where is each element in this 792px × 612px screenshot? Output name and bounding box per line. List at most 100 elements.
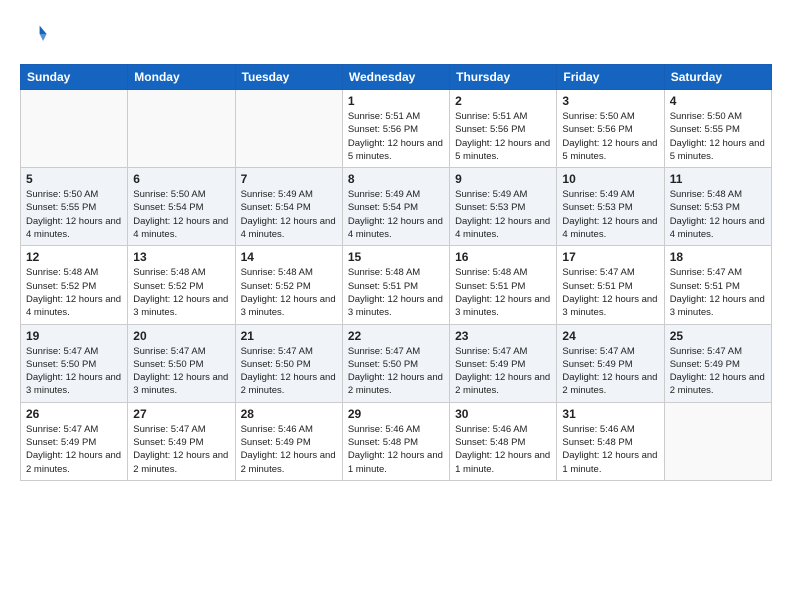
day-number: 19 (26, 329, 122, 343)
day-info: Sunrise: 5:47 AM Sunset: 5:49 PM Dayligh… (562, 345, 658, 398)
day-number: 30 (455, 407, 551, 421)
calendar-day-cell: 4 Sunrise: 5:50 AM Sunset: 5:55 PM Daylig… (664, 90, 771, 168)
calendar-empty-cell (235, 90, 342, 168)
day-info: Sunrise: 5:47 AM Sunset: 5:49 PM Dayligh… (133, 423, 229, 476)
calendar-empty-cell (664, 402, 771, 480)
day-info: Sunrise: 5:49 AM Sunset: 5:54 PM Dayligh… (241, 188, 337, 241)
calendar-day-cell: 23 Sunrise: 5:47 AM Sunset: 5:49 PM Dayli… (450, 324, 557, 402)
day-info: Sunrise: 5:50 AM Sunset: 5:55 PM Dayligh… (26, 188, 122, 241)
day-info: Sunrise: 5:47 AM Sunset: 5:49 PM Dayligh… (26, 423, 122, 476)
day-info: Sunrise: 5:47 AM Sunset: 5:50 PM Dayligh… (348, 345, 444, 398)
calendar-empty-cell (128, 90, 235, 168)
day-number: 28 (241, 407, 337, 421)
day-number: 26 (26, 407, 122, 421)
day-info: Sunrise: 5:47 AM Sunset: 5:51 PM Dayligh… (670, 266, 766, 319)
calendar-header-row: SundayMondayTuesdayWednesdayThursdayFrid… (21, 65, 772, 90)
calendar-week-row: 26 Sunrise: 5:47 AM Sunset: 5:49 PM Dayli… (21, 402, 772, 480)
calendar-day-cell: 10 Sunrise: 5:49 AM Sunset: 5:53 PM Dayli… (557, 168, 664, 246)
day-info: Sunrise: 5:48 AM Sunset: 5:52 PM Dayligh… (133, 266, 229, 319)
calendar-day-cell: 24 Sunrise: 5:47 AM Sunset: 5:49 PM Dayli… (557, 324, 664, 402)
calendar-day-cell: 18Sunrise: 5:47 AM Sunset: 5:51 PM Dayli… (664, 246, 771, 324)
day-number: 10 (562, 172, 658, 186)
calendar-day-cell: 13 Sunrise: 5:48 AM Sunset: 5:52 PM Dayli… (128, 246, 235, 324)
calendar-day-cell: 22 Sunrise: 5:47 AM Sunset: 5:50 PM Dayli… (342, 324, 449, 402)
day-number: 29 (348, 407, 444, 421)
day-number: 12 (26, 250, 122, 264)
calendar-day-cell: 30Sunrise: 5:46 AM Sunset: 5:48 PM Dayli… (450, 402, 557, 480)
calendar-day-cell: 9 Sunrise: 5:49 AM Sunset: 5:53 PM Daylig… (450, 168, 557, 246)
day-info: Sunrise: 5:48 AM Sunset: 5:51 PM Dayligh… (348, 266, 444, 319)
day-number: 20 (133, 329, 229, 343)
day-number: 24 (562, 329, 658, 343)
day-number: 7 (241, 172, 337, 186)
calendar-day-cell: 20 Sunrise: 5:47 AM Sunset: 5:50 PM Dayli… (128, 324, 235, 402)
day-info: Sunrise: 5:48 AM Sunset: 5:53 PM Dayligh… (670, 188, 766, 241)
day-number: 23 (455, 329, 551, 343)
weekday-header: Thursday (450, 65, 557, 90)
calendar-day-cell: 12 Sunrise: 5:48 AM Sunset: 5:52 PM Dayli… (21, 246, 128, 324)
day-info: Sunrise: 5:47 AM Sunset: 5:49 PM Dayligh… (670, 345, 766, 398)
calendar-day-cell: 2Sunrise: 5:51 AM Sunset: 5:56 PM Daylig… (450, 90, 557, 168)
day-number: 3 (562, 94, 658, 108)
day-info: Sunrise: 5:47 AM Sunset: 5:50 PM Dayligh… (26, 345, 122, 398)
calendar-day-cell: 11Sunrise: 5:48 AM Sunset: 5:53 PM Dayli… (664, 168, 771, 246)
day-info: Sunrise: 5:47 AM Sunset: 5:50 PM Dayligh… (241, 345, 337, 398)
calendar-week-row: 5 Sunrise: 5:50 AM Sunset: 5:55 PM Daylig… (21, 168, 772, 246)
day-info: Sunrise: 5:51 AM Sunset: 5:56 PM Dayligh… (348, 110, 444, 163)
day-number: 6 (133, 172, 229, 186)
day-info: Sunrise: 5:50 AM Sunset: 5:54 PM Dayligh… (133, 188, 229, 241)
weekday-header: Monday (128, 65, 235, 90)
day-info: Sunrise: 5:49 AM Sunset: 5:53 PM Dayligh… (562, 188, 658, 241)
day-info: Sunrise: 5:51 AM Sunset: 5:56 PM Dayligh… (455, 110, 551, 163)
day-number: 17 (562, 250, 658, 264)
day-info: Sunrise: 5:46 AM Sunset: 5:48 PM Dayligh… (348, 423, 444, 476)
weekday-header: Wednesday (342, 65, 449, 90)
day-info: Sunrise: 5:46 AM Sunset: 5:48 PM Dayligh… (562, 423, 658, 476)
day-info: Sunrise: 5:49 AM Sunset: 5:54 PM Dayligh… (348, 188, 444, 241)
day-number: 5 (26, 172, 122, 186)
day-info: Sunrise: 5:50 AM Sunset: 5:55 PM Dayligh… (670, 110, 766, 163)
day-info: Sunrise: 5:48 AM Sunset: 5:52 PM Dayligh… (241, 266, 337, 319)
calendar-day-cell: 1 Sunrise: 5:51 AM Sunset: 5:56 PM Daylig… (342, 90, 449, 168)
day-info: Sunrise: 5:49 AM Sunset: 5:53 PM Dayligh… (455, 188, 551, 241)
calendar-day-cell: 8 Sunrise: 5:49 AM Sunset: 5:54 PM Daylig… (342, 168, 449, 246)
day-info: Sunrise: 5:48 AM Sunset: 5:51 PM Dayligh… (455, 266, 551, 319)
day-number: 1 (348, 94, 444, 108)
day-number: 13 (133, 250, 229, 264)
day-number: 8 (348, 172, 444, 186)
day-info: Sunrise: 5:47 AM Sunset: 5:49 PM Dayligh… (455, 345, 551, 398)
calendar-day-cell: 15 Sunrise: 5:48 AM Sunset: 5:51 PM Dayli… (342, 246, 449, 324)
day-number: 4 (670, 94, 766, 108)
day-number: 21 (241, 329, 337, 343)
calendar-day-cell: 14 Sunrise: 5:48 AM Sunset: 5:52 PM Dayli… (235, 246, 342, 324)
weekday-header: Tuesday (235, 65, 342, 90)
calendar-day-cell: 28Sunrise: 5:46 AM Sunset: 5:49 PM Dayli… (235, 402, 342, 480)
calendar-day-cell: 31 Sunrise: 5:46 AM Sunset: 5:48 PM Dayli… (557, 402, 664, 480)
calendar-day-cell: 17Sunrise: 5:47 AM Sunset: 5:51 PM Dayli… (557, 246, 664, 324)
day-number: 14 (241, 250, 337, 264)
weekday-header: Friday (557, 65, 664, 90)
calendar-day-cell: 29 Sunrise: 5:46 AM Sunset: 5:48 PM Dayli… (342, 402, 449, 480)
day-number: 9 (455, 172, 551, 186)
day-number: 15 (348, 250, 444, 264)
logo-icon (20, 20, 48, 48)
calendar-empty-cell (21, 90, 128, 168)
day-info: Sunrise: 5:48 AM Sunset: 5:52 PM Dayligh… (26, 266, 122, 319)
day-info: Sunrise: 5:50 AM Sunset: 5:56 PM Dayligh… (562, 110, 658, 163)
calendar-week-row: 12 Sunrise: 5:48 AM Sunset: 5:52 PM Dayli… (21, 246, 772, 324)
calendar-day-cell: 3 Sunrise: 5:50 AM Sunset: 5:56 PM Daylig… (557, 90, 664, 168)
day-number: 31 (562, 407, 658, 421)
page-header (20, 20, 772, 48)
calendar-day-cell: 5 Sunrise: 5:50 AM Sunset: 5:55 PM Daylig… (21, 168, 128, 246)
calendar-day-cell: 6 Sunrise: 5:50 AM Sunset: 5:54 PM Daylig… (128, 168, 235, 246)
weekday-header: Saturday (664, 65, 771, 90)
calendar-week-row: 19 Sunrise: 5:47 AM Sunset: 5:50 PM Dayli… (21, 324, 772, 402)
weekday-header: Sunday (21, 65, 128, 90)
calendar-day-cell: 19 Sunrise: 5:47 AM Sunset: 5:50 PM Dayli… (21, 324, 128, 402)
calendar-table: SundayMondayTuesdayWednesdayThursdayFrid… (20, 64, 772, 481)
day-number: 27 (133, 407, 229, 421)
calendar-day-cell: 21 Sunrise: 5:47 AM Sunset: 5:50 PM Dayli… (235, 324, 342, 402)
day-info: Sunrise: 5:47 AM Sunset: 5:50 PM Dayligh… (133, 345, 229, 398)
logo (20, 20, 52, 48)
day-number: 22 (348, 329, 444, 343)
